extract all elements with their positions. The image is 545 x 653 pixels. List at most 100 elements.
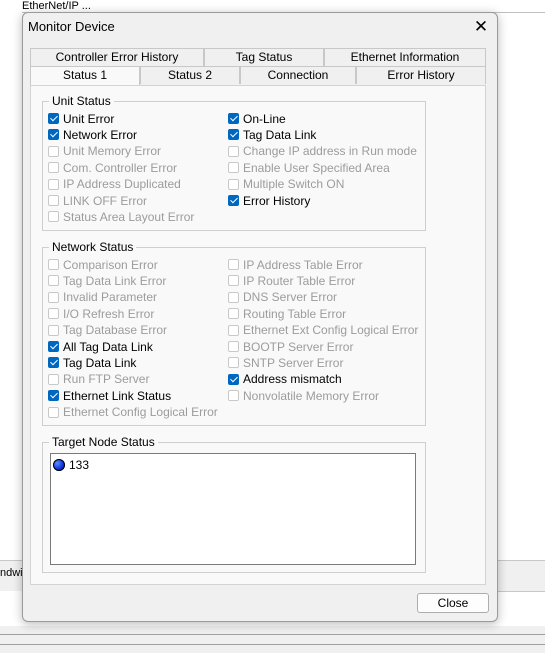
checkbox-label: Nonvolatile Memory Error — [243, 388, 380, 403]
checkbox-unchecked-icon — [228, 145, 239, 157]
checkbox-unchecked-icon — [48, 195, 59, 206]
checkbox-sntp-server-error: SNTP Server Error — [228, 355, 343, 370]
close-button[interactable]: Close — [417, 593, 489, 613]
checkbox-change-ip-address-in-run-mode: Change IP address in Run mode — [228, 144, 417, 159]
checkbox-unchecked-icon — [228, 308, 239, 320]
dialog-title: Monitor Device — [28, 19, 115, 34]
target-node-list: 133 — [50, 453, 416, 565]
tab-status-2[interactable]: Status 2 — [140, 66, 240, 84]
monitor-device-dialog: Monitor Device ✕ Controller Error Histor… — [22, 12, 498, 622]
target-node-status-group: Target Node Status 133 — [42, 435, 426, 573]
checkbox-unchecked-icon — [228, 291, 239, 303]
checkbox-label: IP Address Table Error — [243, 257, 363, 272]
unit-status-legend: Unit Status — [49, 94, 114, 108]
checkbox-ip-address-duplicated: IP Address Duplicated — [48, 177, 181, 192]
checkbox-checked-icon[interactable] — [48, 390, 59, 402]
target-node-status-legend: Target Node Status — [49, 435, 158, 449]
tab-row-back: Controller Error History Tag Status Ethe… — [30, 48, 486, 66]
checkbox-checked-icon[interactable] — [228, 373, 239, 385]
checkbox-unit-error[interactable]: Unit Error — [48, 111, 114, 126]
checkbox-label: Ethernet Ext Config Logical Error — [243, 323, 419, 338]
target-node-label: 133 — [69, 458, 90, 472]
checkbox-checked-icon[interactable] — [48, 129, 59, 141]
checkbox-label: Network Error — [63, 127, 138, 142]
background-right-panel — [496, 560, 545, 592]
checkbox-enable-user-specified-area: Enable User Specified Area — [228, 160, 390, 175]
checkbox-ethernet-ext-config-logical-error: Ethernet Ext Config Logical Error — [228, 323, 418, 338]
checkbox-all-tag-data-link[interactable]: All Tag Data Link — [48, 339, 153, 354]
checkbox-status-area-layout-error: Status Area Layout Error — [48, 209, 194, 224]
checkbox-label: Comparison Error — [63, 257, 158, 272]
checkbox-error-history[interactable]: Error History — [228, 193, 310, 208]
checkbox-routing-table-error: Routing Table Error — [228, 306, 346, 321]
checkbox-tag-data-link[interactable]: Tag Data Link — [48, 355, 136, 370]
checkbox-unchecked-icon — [48, 406, 59, 418]
checkbox-unchecked-icon — [48, 373, 59, 385]
checkbox-label: Invalid Parameter — [63, 290, 158, 305]
checkbox-label: Change IP address in Run mode — [243, 144, 417, 159]
checkbox-label: IP Address Duplicated — [63, 177, 181, 192]
checkbox-unchecked-icon — [228, 162, 239, 174]
checkbox-label: Error History — [243, 193, 311, 208]
checkbox-dns-server-error: DNS Server Error — [228, 290, 337, 305]
checkbox-label: IP Router Table Error — [243, 273, 356, 288]
checkbox-unchecked-icon — [48, 178, 59, 190]
checkbox-label: SNTP Server Error — [243, 355, 344, 370]
checkbox-label: LINK OFF Error — [63, 193, 148, 208]
checkbox-label: Tag Data Link — [63, 355, 137, 370]
checkbox-unchecked-icon — [48, 259, 59, 270]
network-status-group: Network Status Comparison Error Tag Data … — [42, 240, 426, 426]
checkbox-tag-database-error: Tag Database Error — [48, 323, 167, 338]
checkbox-label: Address mismatch — [243, 372, 342, 387]
checkbox-label: On-Line — [243, 111, 286, 126]
node-status-icon — [53, 459, 65, 471]
checkbox-checked-icon[interactable] — [48, 113, 59, 124]
checkbox-bootp-server-error: BOOTP Server Error — [228, 339, 353, 354]
tab-connection[interactable]: Connection — [240, 66, 356, 84]
checkbox-label: Ethernet Link Status — [63, 388, 172, 403]
checkbox-checked-icon[interactable] — [48, 357, 59, 369]
checkbox-label: BOOTP Server Error — [243, 339, 354, 354]
checkbox-comparison-error: Comparison Error — [48, 257, 158, 272]
tab-row-front: Status 1 Status 2 Connection Error Histo… — [30, 66, 486, 86]
checkbox-checked-icon[interactable] — [228, 113, 239, 124]
checkbox-unchecked-icon — [228, 324, 239, 336]
checkbox-tag-data-link[interactable]: Tag Data Link — [228, 127, 316, 142]
checkbox-unchecked-icon — [48, 324, 59, 336]
checkbox-unchecked-icon — [228, 259, 239, 270]
tab-status-1[interactable]: Status 1 — [30, 66, 140, 86]
checkbox-unchecked-icon — [228, 357, 239, 369]
checkbox-unchecked-icon — [48, 308, 59, 320]
checkbox-unchecked-icon — [228, 275, 239, 287]
checkbox-ethernet-link-status[interactable]: Ethernet Link Status — [48, 388, 171, 403]
checkbox-checked-icon[interactable] — [228, 195, 239, 206]
checkbox-label: All Tag Data Link — [63, 339, 153, 354]
checkbox-on-line[interactable]: On-Line — [228, 111, 286, 126]
checkbox-label: Tag Data Link Error — [63, 273, 167, 288]
checkbox-network-error[interactable]: Network Error — [48, 127, 137, 142]
target-node-item[interactable]: 133 — [53, 458, 89, 472]
checkbox-label: Tag Database Error — [63, 323, 168, 338]
checkbox-nonvolatile-memory-error: Nonvolatile Memory Error — [228, 388, 379, 403]
unit-status-group: Unit Status Unit Error Network Error Unit … — [42, 94, 426, 231]
checkbox-ethernet-config-logical-error: Ethernet Config Logical Error — [48, 405, 218, 420]
checkbox-com-controller-error: Com. Controller Error — [48, 160, 177, 175]
checkbox-unchecked-icon — [228, 341, 239, 352]
checkbox-unchecked-icon — [228, 390, 239, 402]
checkbox-address-mismatch[interactable]: Address mismatch — [228, 372, 342, 387]
tab-error-history[interactable]: Error History — [356, 66, 486, 84]
checkbox-run-ftp-server: Run FTP Server — [48, 372, 149, 387]
checkbox-checked-icon[interactable] — [228, 129, 239, 141]
checkbox-unit-memory-error: Unit Memory Error — [48, 144, 161, 159]
background-bottom-line — [0, 634, 545, 635]
tab-tag-status[interactable]: Tag Status — [204, 48, 324, 66]
checkbox-checked-icon[interactable] — [48, 341, 59, 352]
tab-ethernet-information[interactable]: Ethernet Information — [324, 48, 486, 66]
checkbox-unchecked-icon — [48, 145, 59, 157]
checkbox-label: Tag Data Link — [243, 127, 317, 142]
checkbox-unchecked-icon — [48, 291, 59, 303]
tab-controller-error-history[interactable]: Controller Error History — [30, 48, 204, 66]
checkbox-unchecked-icon — [228, 178, 239, 190]
checkbox-label: DNS Server Error — [243, 290, 338, 305]
close-icon[interactable]: ✕ — [469, 15, 493, 39]
